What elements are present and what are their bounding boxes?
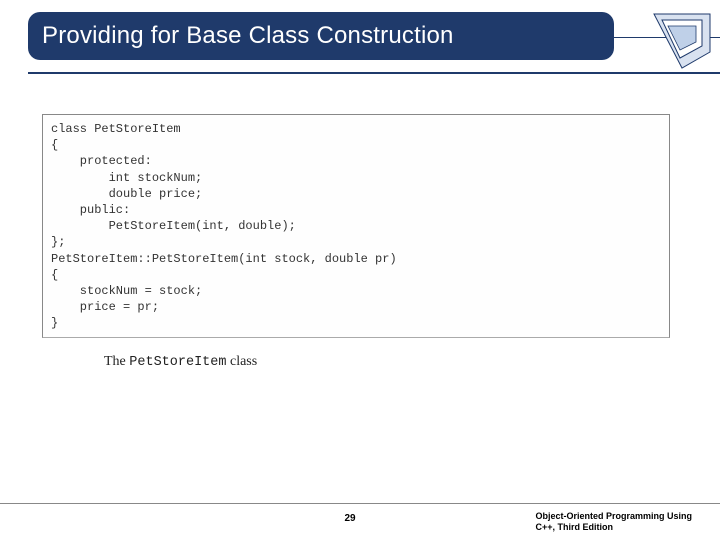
corner-decoration-icon (616, 12, 716, 82)
caption-prefix: The (104, 354, 129, 369)
footer-text: Object-Oriented Programming Using C++, T… (535, 511, 692, 534)
footer-line-1: Object-Oriented Programming Using (535, 511, 692, 523)
code-listing-box: class PetStoreItem { protected: int stoc… (42, 114, 670, 338)
footer-line-2: C++, Third Edition (535, 522, 692, 534)
figure-caption: The PetStoreItem class (104, 354, 670, 370)
page-title: Providing for Base Class Construction (42, 22, 454, 50)
caption-suffix: class (226, 354, 257, 369)
footer-divider (0, 503, 720, 504)
code-listing: class PetStoreItem { protected: int stoc… (51, 121, 661, 331)
title-box: Providing for Base Class Construction (28, 12, 614, 60)
content-area: class PetStoreItem { protected: int stoc… (42, 114, 670, 370)
caption-classname: PetStoreItem (129, 355, 226, 370)
